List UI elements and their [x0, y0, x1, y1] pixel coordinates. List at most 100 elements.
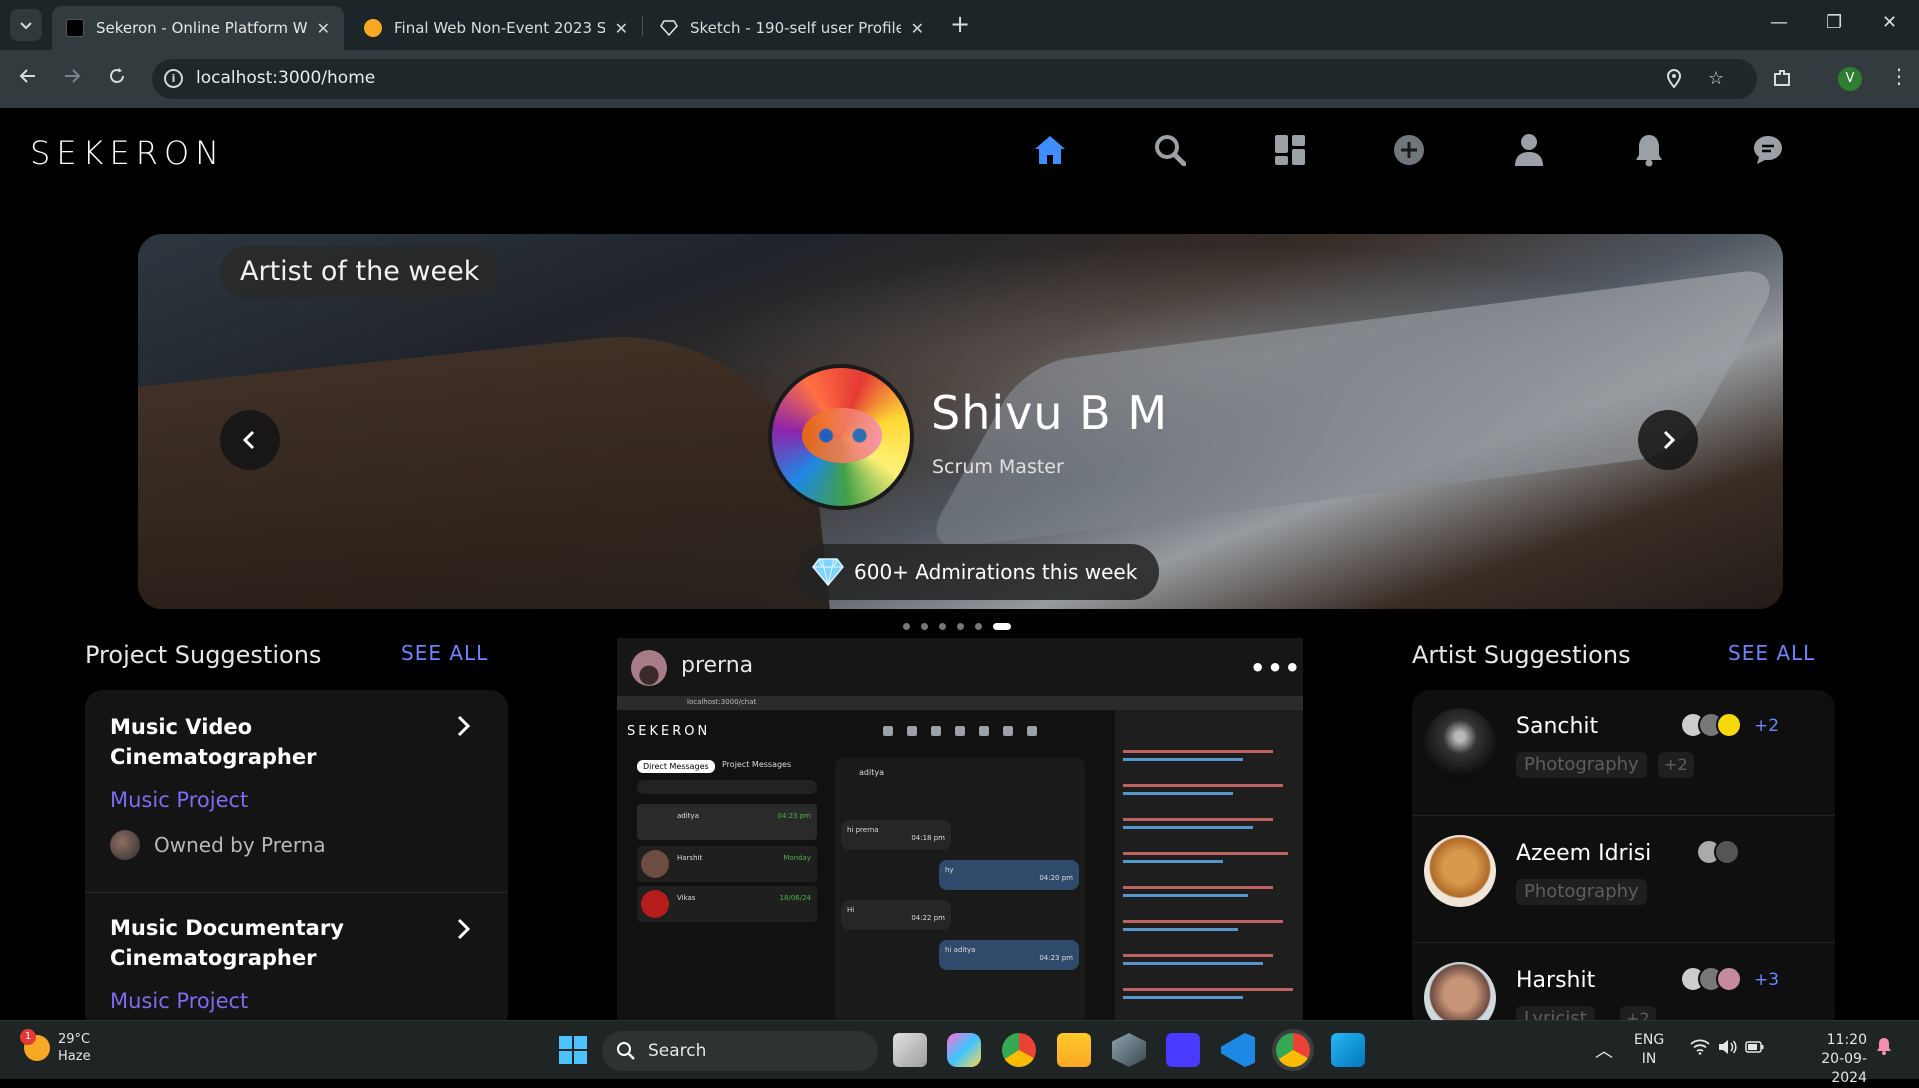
artist-suggestions-card: Sanchit Photography +2 +2 Azeem Idrisi P…	[1412, 690, 1835, 1020]
new-tab-button[interactable]: +	[950, 12, 970, 36]
browser-tab-sketch[interactable]: Sketch - 190-self user Profile Fa ✕	[646, 6, 938, 50]
reload-button[interactable]	[107, 66, 127, 91]
close-window-button[interactable]: ✕	[1882, 12, 1897, 33]
bookmark-star-icon[interactable]: ☆	[1708, 68, 1724, 89]
carousel-dot[interactable]	[921, 623, 928, 630]
shot-chat-name: aditya	[859, 768, 884, 777]
close-tab-icon[interactable]: ✕	[317, 19, 330, 38]
back-button[interactable]	[18, 66, 38, 91]
artist-name: Harshit	[1516, 968, 1596, 993]
nav-chat-icon[interactable]	[1748, 130, 1788, 170]
nav-home-icon[interactable]	[1030, 130, 1070, 170]
close-tab-icon[interactable]: ✕	[615, 19, 628, 38]
admirations-text: 600+ Admirations this week	[854, 560, 1138, 584]
copilot-icon[interactable]	[947, 1033, 981, 1067]
artist-extra-tags: +2	[1658, 752, 1694, 778]
post-image[interactable]: localhost:3000/chat SEKERON Direct Messa…	[617, 696, 1303, 1020]
hero-prev-button[interactable]	[220, 410, 280, 470]
task-view-icon[interactable]	[893, 1033, 927, 1067]
vscode-icon[interactable]	[1221, 1033, 1255, 1067]
file-explorer-icon[interactable]	[1057, 1033, 1091, 1067]
wifi-icon[interactable]	[1690, 1039, 1710, 1059]
vs-app-icon[interactable]	[1166, 1033, 1200, 1067]
artist-tag: Photography	[1516, 879, 1647, 905]
windows-start-icon[interactable]	[556, 1033, 590, 1067]
nav-grid-icon[interactable]	[1270, 130, 1310, 170]
volume-icon[interactable]	[1717, 1039, 1737, 1059]
project-title: Music Video Cinematographer	[110, 715, 317, 769]
nav-search-icon[interactable]	[1150, 130, 1190, 170]
sekeron-logo[interactable]: SEKERON	[30, 134, 225, 172]
carousel-dot-active[interactable]	[993, 623, 1011, 630]
project-item[interactable]: Music Documentary Cinematographer Music …	[85, 893, 508, 1020]
url-text[interactable]: localhost:3000/home	[196, 68, 375, 88]
project-see-all-link[interactable]: SEE ALL	[401, 641, 488, 665]
artist-of-week-badge: Artist of the week	[220, 246, 500, 298]
shot-message: Hi 04:22 pm	[841, 900, 951, 930]
figma-favicon-icon	[364, 19, 382, 37]
forward-button[interactable]	[62, 66, 82, 91]
artist-avatar	[1424, 708, 1496, 780]
omnibox[interactable]: i localhost:3000/home	[152, 59, 1757, 99]
artist-item[interactable]: Harshit Lyricist +2 +3	[1412, 944, 1835, 1020]
tray-chevron-up-icon[interactable]: ︿	[1595, 1037, 1613, 1063]
site-info-icon[interactable]: i	[164, 69, 183, 88]
shot-conversation-list: Direct Messages Project Messages aditya …	[637, 756, 827, 1006]
unity-icon[interactable]	[1112, 1033, 1146, 1067]
weather-badge: 1	[20, 1029, 36, 1045]
diamond-icon	[812, 558, 844, 587]
chrome-icon[interactable]	[1002, 1033, 1036, 1067]
featured-artist-role: Scrum Master	[932, 456, 1064, 478]
location-pin-icon[interactable]	[1665, 68, 1683, 93]
artist-see-all-link[interactable]: SEE ALL	[1728, 641, 1815, 665]
artist-item[interactable]: Sanchit Photography +2 +2	[1412, 690, 1835, 816]
minimize-button[interactable]: —	[1770, 12, 1788, 33]
shot-conversation: Harshit Monday	[637, 846, 817, 882]
reload-icon	[110, 68, 124, 83]
browser-tab-sekeron[interactable]: Sekeron - Online Platform With ✕	[52, 6, 344, 50]
chrome-active-icon[interactable]	[1276, 1033, 1310, 1067]
weather-sun-icon: 1	[20, 1029, 50, 1061]
notification-bell-icon[interactable]	[1876, 1037, 1892, 1059]
shot-tab-project: Project Messages	[722, 760, 792, 769]
owner-avatar	[110, 830, 140, 860]
browser-tab-final-web[interactable]: Final Web Non-Event 2023 Sek ✕	[350, 6, 642, 50]
featured-artist-name[interactable]: Shivu B M	[931, 386, 1168, 440]
chevron-down-icon	[20, 22, 32, 30]
battery-icon[interactable]	[1745, 1039, 1765, 1059]
system-clock[interactable]: 11:20 20-09-2024	[1789, 1031, 1867, 1088]
nav-profile-icon[interactable]	[1509, 130, 1549, 170]
arrow-right-icon	[65, 69, 81, 83]
carousel-dot[interactable]	[903, 623, 910, 630]
shot-conversation: Vikas 18/06/24	[637, 886, 817, 922]
nav-add-icon[interactable]	[1389, 130, 1429, 170]
carousel-dot[interactable]	[939, 623, 946, 630]
carousel-dot[interactable]	[957, 623, 964, 630]
artist-item[interactable]: Azeem Idrisi Photography	[1412, 817, 1835, 943]
extensions-icon[interactable]	[1772, 68, 1792, 93]
restore-button[interactable]: ❐	[1826, 12, 1842, 33]
nav-bell-icon[interactable]	[1629, 130, 1669, 170]
post-user-avatar[interactable]	[631, 650, 667, 686]
photos-icon[interactable]	[1331, 1033, 1365, 1067]
taskbar-search[interactable]: Search	[602, 1031, 878, 1071]
featured-artist-avatar[interactable]	[768, 364, 914, 510]
project-item[interactable]: Music Video Cinematographer Music Projec…	[85, 690, 508, 892]
tab-search-button[interactable]	[10, 9, 42, 41]
language-indicator[interactable]: ENG IN	[1634, 1031, 1664, 1069]
weather-widget[interactable]: 1 29°C Haze	[20, 1029, 91, 1065]
sekeron-app: SEKERON Artist of the week Shivu B M Scr…	[0, 108, 1919, 1020]
profile-avatar[interactable]: V	[1838, 67, 1862, 91]
post-more-menu[interactable]: •••	[1250, 654, 1302, 682]
chevron-right-icon[interactable]	[455, 714, 473, 742]
chevron-right-icon[interactable]	[455, 917, 473, 945]
kebab-menu-icon[interactable]: ⋮	[1889, 64, 1909, 88]
post-header: prerna •••	[617, 638, 1303, 696]
weather-temp: 29°C	[58, 1032, 91, 1047]
shot-logo: SEKERON	[627, 724, 711, 739]
post-username[interactable]: prerna	[681, 653, 753, 678]
shot-message: hy 04:20 pm	[939, 860, 1079, 890]
close-tab-icon[interactable]: ✕	[911, 19, 924, 38]
hero-next-button[interactable]	[1638, 410, 1698, 470]
carousel-dot[interactable]	[975, 623, 982, 630]
